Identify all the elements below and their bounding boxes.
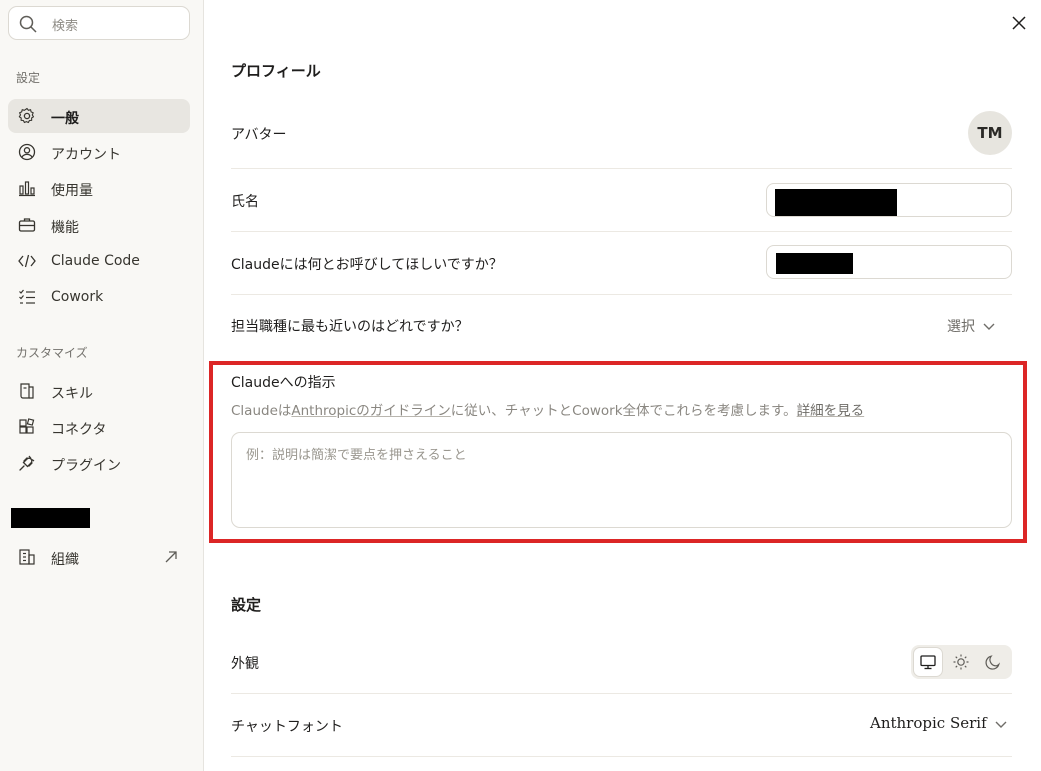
connector-icon [18, 418, 36, 436]
sidebar-item-label: アカウント [51, 147, 121, 163]
full-name-label: 氏名 [231, 194, 259, 210]
sidebar-item-general[interactable]: 一般 [8, 99, 190, 133]
chat-font-label: チャットフォント [231, 719, 343, 735]
sidebar-item-label: 機能 [51, 220, 79, 236]
sidebar-item-label: 使用量 [51, 183, 93, 199]
sidebar-item-label: 組織 [51, 552, 79, 568]
sidebar-item-connectors[interactable]: コネクタ [8, 410, 190, 444]
instructions-textarea[interactable]: 例：説明は簡潔で要点を押さえること [231, 432, 1012, 528]
sidebar-item-label: プラグイン [51, 458, 121, 474]
appearance-row: 外観 [231, 630, 1012, 694]
sun-icon[interactable] [947, 648, 975, 676]
sidebar-item-skills[interactable]: スキル [8, 374, 190, 408]
redacted-nickname [776, 253, 853, 274]
nickname-label: Claudeには何とお呼びしてほしいですか？ [231, 257, 503, 273]
gear-icon [18, 107, 36, 125]
guidelines-link[interactable]: Anthropicのガイドライン [291, 403, 450, 419]
sidebar-item-cowork[interactable]: Cowork [8, 280, 190, 314]
sidebar-item-usage[interactable]: 使用量 [8, 171, 190, 205]
avatar-row: アバター [231, 100, 1012, 169]
appearance-label: 外観 [231, 656, 259, 672]
settings-section-label: 設定 [16, 71, 41, 85]
sidebar-item-organization[interactable]: 組織 [8, 540, 190, 574]
sidebar-item-claude-code[interactable]: Claude Code [8, 244, 190, 278]
sidebar-item-label: コネクタ [51, 422, 107, 438]
skill-icon [18, 382, 36, 400]
avatar[interactable]: TM [968, 111, 1012, 155]
full-name-field[interactable] [766, 183, 1012, 217]
search-input[interactable]: 検索 [8, 6, 190, 40]
nickname-field[interactable] [766, 245, 1012, 279]
sidebar-item-label: Cowork [51, 289, 104, 305]
role-select-value: 選択 [947, 319, 975, 335]
code-icon [18, 252, 36, 270]
search-icon [19, 15, 37, 37]
sidebar-item-features[interactable]: 機能 [8, 208, 190, 242]
search-placeholder: 検索 [52, 19, 79, 34]
building-icon [18, 548, 36, 566]
redacted-full-name [775, 189, 897, 216]
arrow-up-right-icon [164, 549, 178, 568]
monitor-icon[interactable] [914, 648, 942, 676]
chevron-down-icon [983, 319, 995, 335]
role-select[interactable]: 選択 [947, 316, 995, 336]
briefcase-icon [18, 216, 36, 234]
role-label: 担当職種に最も近いのはどれですか？ [231, 319, 469, 335]
plug-icon [18, 454, 36, 472]
instructions-description: ClaudeはAnthropicのガイドラインに従い、チャットとCowork全体… [231, 399, 864, 419]
sidebar-item-label: Claude Code [51, 253, 140, 269]
chat-font-select[interactable]: Anthropic Serif [870, 714, 1007, 733]
profile-heading: プロフィール [231, 62, 321, 80]
redacted-org-name [11, 508, 90, 528]
user-circle-icon [18, 143, 36, 161]
desc-post: に従い、チャットとCowork全体でこれらを考慮します。 [450, 403, 797, 419]
appearance-toggle [911, 645, 1012, 679]
sidebar-item-label: 一般 [51, 111, 79, 127]
learn-more-link[interactable]: 詳細を見る [797, 403, 865, 419]
close-icon[interactable] [1010, 14, 1028, 32]
sidebar-item-plugins[interactable]: プラグイン [8, 446, 190, 480]
customize-section-label: カスタマイズ [16, 346, 88, 360]
role-row: 担当職種に最も近いのはどれですか？ [231, 295, 1012, 357]
instructions-title: Claudeへの指示 [231, 375, 336, 391]
sidebar-item-label: スキル [51, 386, 93, 402]
sidebar-item-account[interactable]: アカウント [8, 135, 190, 169]
checklist-icon [18, 288, 36, 306]
settings-heading: 設定 [231, 596, 262, 614]
chevron-down-icon [995, 715, 1007, 733]
chat-font-value: Anthropic Serif [870, 714, 987, 732]
desc-pre: Claudeは [231, 403, 292, 419]
instructions-placeholder: 例：説明は簡潔で要点を押さえること [246, 448, 467, 463]
avatar-label: アバター [231, 127, 287, 143]
bar-chart-icon [18, 179, 36, 197]
sidebar: 検索 設定 一般 アカウント 使用量 機能 Claude Code Cowork… [0, 0, 204, 771]
moon-icon[interactable] [979, 648, 1007, 676]
